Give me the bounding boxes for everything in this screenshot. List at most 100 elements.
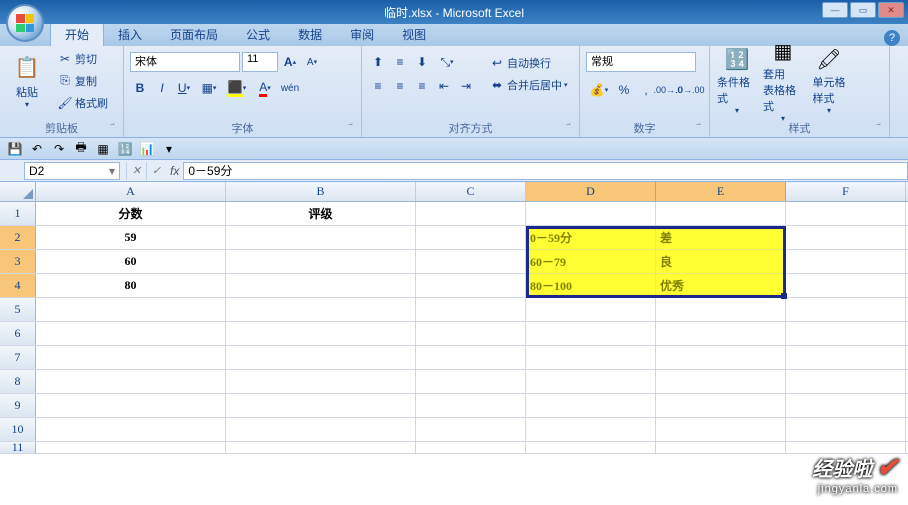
font-color-button[interactable]: A▾ [252, 78, 278, 98]
cell-D3[interactable]: 60－79 [526, 250, 656, 273]
decrease-font-button[interactable]: A▾ [302, 52, 322, 72]
row-header-8[interactable]: 8 [0, 370, 36, 393]
decrease-indent-button[interactable]: ⇤ [434, 76, 454, 96]
format-painter-button[interactable]: 🖌格式刷 [52, 92, 113, 113]
align-middle-button[interactable]: ≡ [390, 52, 410, 72]
increase-font-button[interactable]: A▴ [280, 52, 300, 72]
cell[interactable] [656, 394, 786, 417]
tab-review[interactable]: 审阅 [336, 23, 388, 46]
cell-A1[interactable]: 分数 [36, 202, 226, 225]
cell[interactable] [786, 322, 906, 345]
col-header-A[interactable]: A [36, 182, 226, 201]
enter-formula-button[interactable]: ✓ [146, 162, 166, 180]
align-bottom-button[interactable]: ⬇ [412, 52, 432, 72]
cell-B3[interactable] [226, 250, 416, 273]
cell-C1[interactable] [416, 202, 526, 225]
minimize-button[interactable]: — [822, 2, 848, 18]
cell[interactable] [36, 418, 226, 441]
cell[interactable] [416, 346, 526, 369]
cell[interactable] [36, 298, 226, 321]
cell[interactable] [226, 346, 416, 369]
office-button[interactable] [6, 4, 44, 42]
cell-E3[interactable]: 良 [656, 250, 786, 273]
cell-F1[interactable] [786, 202, 906, 225]
cell[interactable] [786, 370, 906, 393]
select-all-corner[interactable] [0, 182, 36, 201]
cell-E1[interactable] [656, 202, 786, 225]
col-header-D[interactable]: D [526, 182, 656, 201]
tab-page-layout[interactable]: 页面布局 [156, 23, 232, 46]
cell[interactable] [786, 298, 906, 321]
cell[interactable] [36, 322, 226, 345]
cell[interactable] [416, 394, 526, 417]
cell[interactable] [526, 394, 656, 417]
cell[interactable] [786, 418, 906, 441]
row-header-7[interactable]: 7 [0, 346, 36, 369]
cell-F2[interactable] [786, 226, 906, 249]
cell[interactable] [526, 442, 656, 453]
cell-C3[interactable] [416, 250, 526, 273]
font-size-select[interactable]: 11 [242, 52, 278, 72]
row-header-3[interactable]: 3 [0, 250, 36, 273]
italic-button[interactable]: I [152, 78, 172, 98]
cell[interactable] [656, 442, 786, 453]
row-header-9[interactable]: 9 [0, 394, 36, 417]
paste-button[interactable]: 📋 粘贴 ▾ [6, 48, 48, 114]
conditional-format-button[interactable]: 🔢 条件格式▾ [716, 48, 758, 114]
cell-D1[interactable] [526, 202, 656, 225]
cell[interactable] [526, 418, 656, 441]
cell[interactable] [786, 394, 906, 417]
row-header-4[interactable]: 4 [0, 274, 36, 297]
cell[interactable] [416, 370, 526, 393]
tab-home[interactable]: 开始 [50, 22, 104, 46]
cell-D4[interactable]: 80－100 [526, 274, 656, 297]
undo-icon[interactable]: ↶ [28, 140, 46, 158]
row-header-6[interactable]: 6 [0, 322, 36, 345]
cell[interactable] [226, 298, 416, 321]
qat-icon[interactable]: 📊 [138, 140, 156, 158]
cell[interactable] [416, 322, 526, 345]
tab-insert[interactable]: 插入 [104, 23, 156, 46]
cell-E4[interactable]: 优秀 [656, 274, 786, 297]
cell[interactable] [416, 298, 526, 321]
fill-color-button[interactable]: ⬛▾ [224, 78, 250, 98]
percent-button[interactable]: % [614, 80, 634, 100]
orientation-button[interactable]: ⤡▾ [434, 52, 460, 72]
qat-icon[interactable]: 🔢 [116, 140, 134, 158]
copy-button[interactable]: ⎘复制 [52, 70, 113, 91]
tab-data[interactable]: 数据 [284, 23, 336, 46]
cell-B1[interactable]: 评级 [226, 202, 416, 225]
cell[interactable] [36, 394, 226, 417]
phonetic-button[interactable]: wén [280, 78, 300, 98]
cell[interactable] [226, 370, 416, 393]
accounting-format-button[interactable]: 💰▾ [586, 80, 612, 100]
save-icon[interactable]: 💾 [6, 140, 24, 158]
align-right-button[interactable]: ≡ [412, 76, 432, 96]
underline-button[interactable]: U▾ [174, 78, 194, 98]
maximize-button[interactable]: ▭ [850, 2, 876, 18]
cell-E2[interactable]: 差 [656, 226, 786, 249]
cell-B2[interactable] [226, 226, 416, 249]
col-header-F[interactable]: F [786, 182, 906, 201]
cell-F3[interactable] [786, 250, 906, 273]
name-box[interactable]: D2▾ [24, 162, 120, 180]
cell[interactable] [36, 346, 226, 369]
cell[interactable] [226, 442, 416, 453]
row-header-10[interactable]: 10 [0, 418, 36, 441]
close-button[interactable]: ✕ [878, 2, 904, 18]
cell[interactable] [656, 322, 786, 345]
cancel-formula-button[interactable]: ✕ [126, 162, 146, 180]
tab-view[interactable]: 视图 [388, 23, 440, 46]
col-header-C[interactable]: C [416, 182, 526, 201]
cell[interactable] [416, 418, 526, 441]
cell[interactable] [526, 322, 656, 345]
align-left-button[interactable]: ≡ [368, 76, 388, 96]
cell[interactable] [416, 442, 526, 453]
align-top-button[interactable]: ⬆ [368, 52, 388, 72]
cell-A4[interactable]: 80 [36, 274, 226, 297]
cell-A3[interactable]: 60 [36, 250, 226, 273]
cell[interactable] [656, 346, 786, 369]
bold-button[interactable]: B [130, 78, 150, 98]
cell[interactable] [656, 298, 786, 321]
col-header-E[interactable]: E [656, 182, 786, 201]
